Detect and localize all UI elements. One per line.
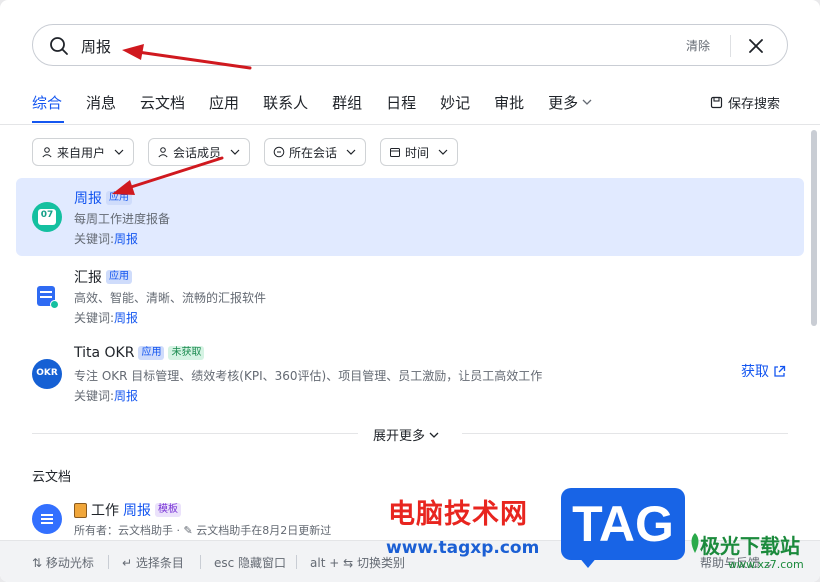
annotation-arrow-icon <box>112 156 224 195</box>
divider <box>32 433 358 434</box>
active-tab-indicator <box>32 121 64 123</box>
section-title-cloud-docs: 云文档 <box>32 470 72 485</box>
divider <box>730 35 731 57</box>
doc-icon <box>32 504 62 534</box>
divider <box>296 555 297 569</box>
chat-icon <box>273 146 285 158</box>
chevron-down-icon <box>438 149 448 155</box>
hint-move: ⇅ 移动光标 <box>32 556 94 570</box>
divider <box>462 433 788 434</box>
search-panel: 清除 综合 消息 云文档 应用 联系人 群组 日程 妙记 审批 更多 保存搜索 … <box>0 0 820 582</box>
chevron-down-icon <box>582 99 592 105</box>
tab-apps[interactable]: 应用 <box>209 92 239 112</box>
save-icon <box>710 96 723 109</box>
tab-comprehensive[interactable]: 综合 <box>32 92 62 112</box>
tab-contacts[interactable]: 联系人 <box>263 92 308 112</box>
filter-in-chat[interactable]: 所在会话 <box>264 138 367 166</box>
filter-label: 所在会话 <box>289 145 338 160</box>
get-app-button[interactable]: 获取 <box>741 361 786 381</box>
divider <box>108 555 109 569</box>
external-link-icon <box>774 365 786 377</box>
result-keyword: 关键词:周报 <box>74 232 139 246</box>
chevron-down-icon <box>429 432 439 438</box>
filter-label: 来自用户 <box>57 145 106 160</box>
watermark-cn: 电脑技术网 <box>388 499 528 530</box>
filter-label: 时间 <box>405 145 430 160</box>
watermark-tag-logo: TAG <box>561 488 685 560</box>
calendar-icon <box>390 148 400 157</box>
report-app-icon <box>32 281 62 311</box>
result-item-report[interactable]: 汇报 应用 高效、智能、清晰、流畅的汇报软件 关键词:周报 <box>16 257 804 335</box>
tita-okr-app-icon: OKR <box>32 359 62 389</box>
save-search-label: 保存搜索 <box>728 97 781 112</box>
hint-hide: esc 隐藏窗口 <box>214 556 287 570</box>
expand-more-button[interactable]: 展开更多 <box>373 425 440 444</box>
close-icon[interactable] <box>745 35 767 57</box>
watermark-tag-tail <box>578 556 598 568</box>
watermark-site-url: www.xz7.com <box>728 558 804 571</box>
notebook-icon <box>74 502 87 518</box>
result-keyword: 关键词:周报 <box>74 311 139 325</box>
tab-approval[interactable]: 审批 <box>494 92 524 112</box>
tab-messages[interactable]: 消息 <box>86 92 116 112</box>
search-icon <box>50 37 68 55</box>
doc-meta: 所有者：云文档助手 · ✎ 云文档助手在8月2日更新过 <box>74 524 332 537</box>
result-item-tita-okr[interactable]: OKR Tita OKR 应用 未获取 专注 OKR 目标管理、绩效考核(KPI… <box>16 335 804 413</box>
weekly-report-app-icon: 07 <box>32 202 62 232</box>
result-keyword: 关键词:周报 <box>74 389 139 403</box>
tab-more[interactable]: 更多 <box>548 92 593 112</box>
result-title: 汇报 应用 <box>74 267 132 287</box>
divider <box>200 555 201 569</box>
tab-minutes[interactable]: 妙记 <box>440 92 470 112</box>
watermark-site: 极光下载站 <box>700 534 800 558</box>
result-description: 专注 OKR 目标管理、绩效考核(KPI、360评估)、项目管理、员工激励，让员… <box>74 369 543 383</box>
tab-cloud-docs[interactable]: 云文档 <box>140 92 185 112</box>
hint-select: ↵ 选择条目 <box>122 556 184 570</box>
clear-button[interactable]: 清除 <box>686 37 710 54</box>
result-description: 每周工作进度报备 <box>74 212 171 226</box>
app-badge: 应用 <box>106 270 132 284</box>
scrollbar[interactable] <box>811 130 817 326</box>
result-description: 高效、智能、清晰、流畅的汇报软件 <box>74 291 267 305</box>
tab-calendar[interactable]: 日程 <box>386 92 416 112</box>
chevron-down-icon <box>346 149 356 155</box>
category-tabs: 综合 消息 云文档 应用 联系人 群组 日程 妙记 审批 更多 <box>32 92 617 112</box>
annotation-arrow-icon <box>122 44 252 70</box>
filter-time[interactable]: 时间 <box>380 138 459 166</box>
app-badge: 应用 <box>138 346 165 360</box>
doc-result-title[interactable]: 工作 周报 模板 <box>74 500 181 520</box>
save-search-button[interactable]: 保存搜索 <box>710 93 780 112</box>
watermark-url: www.tagxp.com <box>386 538 540 558</box>
tab-more-label: 更多 <box>548 93 579 112</box>
template-badge: 模板 <box>155 503 181 517</box>
tab-groups[interactable]: 群组 <box>332 92 362 112</box>
not-acquired-badge: 未获取 <box>168 346 205 360</box>
tabs-divider <box>0 124 820 125</box>
result-title: Tita OKR 应用 未获取 <box>74 345 205 361</box>
user-icon <box>42 147 52 158</box>
